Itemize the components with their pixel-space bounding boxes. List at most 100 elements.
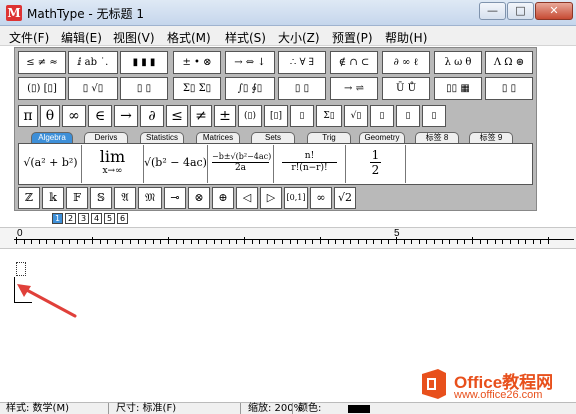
tab-matrices[interactable]: Matrices	[196, 132, 240, 143]
fraction-radical-palette[interactable]: ▯ √▯	[68, 77, 118, 100]
double-struck-s-button[interactable]: 𝕊	[90, 187, 112, 209]
status-color-label[interactable]: 颜色:	[298, 404, 321, 414]
tab-derivs[interactable]: Derivs	[84, 132, 128, 143]
sqrt-template-button[interactable]: √▯	[344, 105, 368, 127]
subscript-superscript-palette[interactable]: ▯ ▯	[120, 77, 168, 100]
tab-statistics[interactable]: Statistics	[140, 132, 184, 143]
infinity-button[interactable]: ∞	[310, 187, 332, 209]
right-triangle-button[interactable]: ▷	[260, 187, 282, 209]
superscript-template-button[interactable]: ▯	[370, 105, 394, 127]
toolbar-tab-4[interactable]: 4	[91, 213, 102, 224]
tab-algebra[interactable]: Algebra	[31, 132, 73, 143]
double-struck-z-button[interactable]: ℤ	[18, 187, 40, 209]
infinity-symbol-button[interactable]: ∞	[62, 105, 86, 127]
tab-label-8[interactable]: 标签 8	[415, 132, 459, 143]
right-arrow-symbol-button[interactable]: →	[114, 105, 138, 127]
ruler-tick	[510, 240, 511, 244]
menu-preferences[interactable]: 预置(P)	[332, 29, 373, 46]
tab-geometry[interactable]: Geometry	[359, 132, 405, 143]
menu-edit[interactable]: 编辑(E)	[61, 29, 102, 46]
embellishments-palette[interactable]: ▮ ▮ ▮	[120, 51, 168, 74]
quadratic-formula-template[interactable]: −b±√(b²−4ac) 2a	[208, 145, 274, 183]
toolbar-tab-5[interactable]: 5	[104, 213, 115, 224]
circled-plus-button[interactable]: ⊕	[212, 187, 234, 209]
operator-symbols-palette[interactable]: ± • ⊗	[173, 51, 221, 74]
set-theory-palette[interactable]: ∉ ∩ ⊂	[330, 51, 378, 74]
summation-templates-palette[interactable]: Σ▯ Σ▯	[173, 77, 221, 100]
subsup-template-button[interactable]: ▯	[422, 105, 446, 127]
tab-label-9[interactable]: 标签 9	[469, 132, 513, 143]
ruler-tick	[289, 240, 291, 244]
ruler-tick	[472, 237, 473, 244]
menu-format[interactable]: 格式(M)	[167, 29, 211, 46]
empty-slot-placeholder[interactable]	[16, 262, 26, 276]
toolbar-tab-2[interactable]: 2	[65, 213, 76, 224]
logical-symbols-palette[interactable]: ∴ ∀ ∃	[278, 51, 326, 74]
menu-help[interactable]: 帮助(H)	[385, 29, 427, 46]
subscript-template-button[interactable]: ▯	[396, 105, 420, 127]
underbar-overbar-palette[interactable]: ▯ ▯	[278, 77, 326, 100]
parentheses-template-button[interactable]: (▯)	[238, 105, 262, 127]
fraktur-f-button[interactable]: 𝔽	[66, 187, 88, 209]
ruler-tick	[358, 240, 359, 244]
menu-file[interactable]: 文件(F)	[9, 29, 49, 46]
toolbar-tab-1[interactable]: 1	[52, 213, 63, 224]
color-swatch[interactable]	[348, 405, 370, 413]
interval-template-button[interactable]: [0,1]	[284, 187, 308, 209]
toolbar-tab-6[interactable]: 6	[117, 213, 128, 224]
menu-view[interactable]: 视图(V)	[113, 29, 155, 46]
less-equal-symbol-button[interactable]: ≤	[166, 105, 188, 127]
ruler-tick	[327, 240, 329, 244]
fraktur-a-button[interactable]: 𝔄	[114, 187, 136, 209]
minimize-button[interactable]: —	[479, 2, 506, 20]
ruler-tick	[456, 240, 458, 244]
lowercase-greek-palette[interactable]: λ ω θ	[434, 51, 482, 74]
ruler-tick	[84, 240, 86, 244]
tab-sets[interactable]: Sets	[251, 132, 295, 143]
fence-templates-palette[interactable]: (▯) [▯]	[18, 77, 66, 100]
sqrt-two-button[interactable]: √2	[334, 187, 356, 209]
discriminant-template[interactable]: √(b² − 4ac)	[144, 145, 208, 183]
box-templates-palette[interactable]: ▯ ▯	[485, 77, 533, 100]
partial-symbol-button[interactable]: ∂	[140, 105, 164, 127]
status-bar: 样式: 数学(M) 尺寸: 标准(F) 缩放: 200% 颜色:	[0, 402, 576, 414]
integral-templates-palette[interactable]: ∫▯ ∮▯	[225, 77, 275, 100]
close-button[interactable]: ✕	[535, 2, 573, 20]
mathtype-app-icon[interactable]: M	[6, 5, 22, 21]
status-style[interactable]: 样式: 数学(M)	[6, 404, 69, 414]
not-equal-symbol-button[interactable]: ≠	[190, 105, 212, 127]
brackets-template-button[interactable]: [▯]	[264, 105, 288, 127]
toolbar-tab-3[interactable]: 3	[78, 213, 89, 224]
status-zoom[interactable]: 缩放: 200%	[248, 404, 303, 414]
arrow-symbols-palette[interactable]: → ⇔ ↓	[225, 51, 275, 74]
fraction-template-button[interactable]: ▯	[290, 105, 314, 127]
element-of-symbol-button[interactable]: ∈	[88, 105, 112, 127]
uppercase-greek-palette[interactable]: Λ Ω ⊛	[485, 51, 533, 74]
products-set-palette[interactable]: Ū Ů	[382, 77, 430, 100]
relational-symbols-palette[interactable]: ≤ ≠ ≈	[18, 51, 66, 74]
combination-numerator: n!	[282, 151, 337, 163]
labeled-arrow-palette[interactable]: → ⇌	[330, 77, 378, 100]
maximize-button[interactable]: □	[507, 2, 534, 20]
theta-symbol-button[interactable]: θ	[40, 105, 60, 127]
matrix-templates-palette[interactable]: ▯▯ ▦	[434, 77, 482, 100]
fraktur-m-button[interactable]: 𝔐	[138, 187, 162, 209]
status-size[interactable]: 尺寸: 标准(F)	[116, 404, 176, 414]
spaces-ellipses-palette[interactable]: ⅈ ab ˙.	[68, 51, 118, 74]
combination-template[interactable]: n! r!(n−r)!	[274, 145, 346, 183]
limit-template[interactable]: lim x→∞	[82, 145, 144, 183]
ruler[interactable]: 0 5	[0, 227, 576, 249]
circled-times-button[interactable]: ⊗	[188, 187, 210, 209]
pi-symbol-button[interactable]: π	[18, 105, 38, 127]
misc-symbols-palette[interactable]: ∂ ∞ ℓ	[382, 51, 430, 74]
half-fraction-template[interactable]: 1 2	[346, 145, 406, 183]
menu-style[interactable]: 样式(S)	[225, 29, 266, 46]
left-triangle-button[interactable]: ◁	[236, 187, 258, 209]
tab-trig[interactable]: Trig	[307, 132, 351, 143]
menu-size[interactable]: 大小(Z)	[278, 29, 320, 46]
double-struck-k-button[interactable]: 𝕜	[42, 187, 64, 209]
multimap-symbol-button[interactable]: ⊸	[164, 187, 186, 209]
sum-template-button[interactable]: Σ▯	[316, 105, 342, 127]
plus-minus-symbol-button[interactable]: ±	[214, 105, 236, 127]
pythagoras-template[interactable]: √(a² + b²)	[20, 145, 82, 183]
